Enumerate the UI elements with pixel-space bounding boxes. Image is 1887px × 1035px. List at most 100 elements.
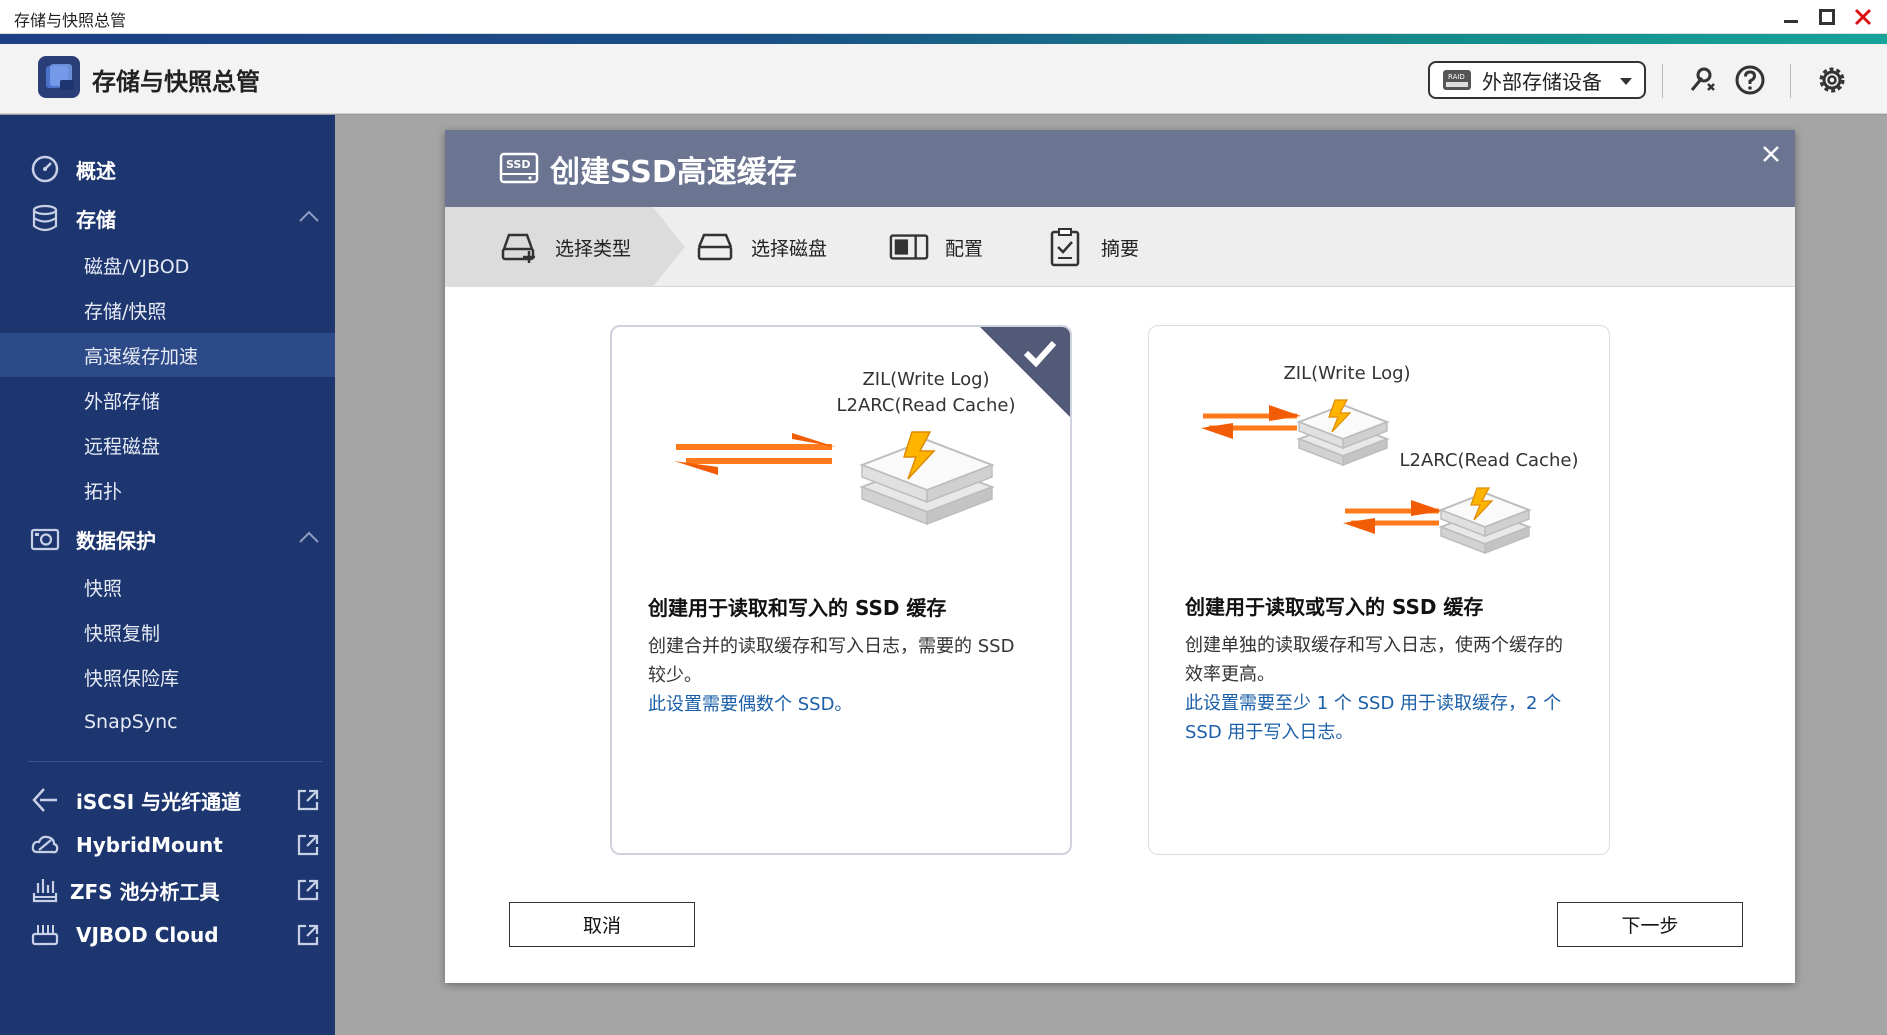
sidebar-item-label: ZFS 池分析工具: [70, 879, 220, 904]
dashboard-gauge-icon: [28, 152, 62, 186]
sidebar-item-label: 快照复制: [84, 622, 161, 645]
sidebar-item-snapsync[interactable]: SnapSync: [0, 700, 335, 744]
cancel-button[interactable]: 取消: [509, 902, 695, 947]
sidebar-item-label: 存储/快照: [84, 300, 167, 323]
card-description: 创建单独的读取缓存和写入日志，使两个缓存的效率更高。: [1185, 635, 1563, 685]
database-icon: [28, 201, 62, 235]
sidebar-item-label: 快照: [84, 577, 123, 600]
read-write-cache-illustration: ZIL(Write Log) L2ARC(Read Cache): [674, 369, 1016, 526]
chevron-up-icon[interactable]: [298, 208, 320, 227]
option-card-read-or-write[interactable]: ZIL(Write Log) L2ARC(Read Cache) 创建用于读取或…: [1148, 325, 1610, 855]
create-ssd-cache-dialog: SSD 创建SSD高速缓存 选择类型 选择磁盘 配置 摘要 ZIL(Write …: [445, 130, 1795, 983]
card-requirement-note: 此设置需要偶数个 SSD。: [648, 694, 853, 715]
sidebar-item-iscsi[interactable]: iSCSI 与光纤通道: [0, 778, 335, 822]
external-link-icon[interactable]: [296, 833, 320, 861]
sidebar-item-data-protection[interactable]: 数据保护: [0, 517, 335, 561]
accent-bar: [0, 34, 1887, 44]
window-titlebar: 存储与快照总管: [0, 0, 1887, 34]
sidebar-item-disks-vjbod[interactable]: 磁盘/VJBOD: [0, 243, 335, 287]
sidebar-item-zfs-pool-analyzer[interactable]: ZFS 池分析工具: [0, 868, 335, 912]
sidebar-item-label: 外部存储: [84, 390, 161, 413]
card-description: 创建合并的读取缓存和写入日志，需要的 SSD 较少。: [648, 636, 1015, 686]
read-ssd-stack-icon: [1438, 487, 1532, 555]
option-card-read-and-write[interactable]: ZIL(Write Log) L2ARC(Read Cache) 创建用于读取和…: [610, 325, 1072, 855]
close-icon[interactable]: [1757, 140, 1785, 168]
sidebar-item-snapshot-replica[interactable]: 快照复制: [0, 610, 335, 654]
window-title: 存储与快照总管: [14, 11, 127, 30]
sidebar-item-overview[interactable]: 概述: [0, 147, 335, 191]
sidebar-item-label: 高速缓存加速: [84, 345, 199, 368]
header-divider: [1790, 64, 1791, 98]
step-select-disks: 选择磁盘: [695, 207, 827, 287]
sidebar: 概述 存储 磁盘/VJBOD 存储/快照 高速缓存加速 外部存储 远程磁盘 拓扑…: [0, 115, 335, 1035]
step-configure: 配置: [889, 207, 983, 287]
sidebar-item-label: 概述: [76, 158, 116, 183]
sidebar-item-vjbod-cloud[interactable]: VJBOD Cloud: [0, 913, 335, 957]
add-disk-icon: [499, 227, 539, 267]
sidebar-item-snapshot[interactable]: 快照: [0, 565, 335, 609]
write-arrows-icon: [1201, 405, 1301, 439]
card-requirement-note: 此设置需要至少 1 个 SSD 用于读取缓存，2 个 SSD 用于写入日志。: [1185, 693, 1562, 743]
read-arrows-icon: [1343, 500, 1443, 534]
sidebar-item-label: 远程磁盘: [84, 435, 161, 458]
next-button[interactable]: 下一步: [1557, 902, 1743, 947]
external-link-icon[interactable]: [296, 923, 320, 951]
sidebar-item-snapshot-vault[interactable]: 快照保险库: [0, 655, 335, 699]
sidebar-item-remote-disk[interactable]: 远程磁盘: [0, 423, 335, 467]
header-divider: [1662, 64, 1663, 98]
camera-snapshot-icon: [28, 522, 62, 556]
clipboard-check-icon: [1045, 227, 1085, 267]
app-title: 存储与快照总管: [92, 68, 260, 96]
l2arc-label: L2ARC(Read Cache): [1400, 450, 1579, 471]
step-label: 配置: [945, 237, 984, 260]
settings-gear-icon[interactable]: [1814, 62, 1850, 98]
sidebar-item-label: 磁盘/VJBOD: [84, 255, 190, 278]
wizard-steps: 选择类型 选择磁盘 配置 摘要: [445, 207, 1795, 287]
app-header: 存储与快照总管 RAID 外部存储设备: [0, 44, 1887, 114]
close-window-icon[interactable]: [1850, 4, 1876, 30]
external-storage-icon: RAID: [1443, 70, 1471, 90]
diagnostics-icon[interactable]: [1684, 62, 1720, 98]
external-storage-label: 外部存储设备: [1482, 69, 1602, 94]
read-or-write-cache-illustration: ZIL(Write Log) L2ARC(Read Cache): [1201, 363, 1579, 555]
raid-tag: RAID: [1448, 73, 1465, 81]
step-select-type: 选择类型: [499, 207, 631, 287]
sidebar-item-cache-acceleration[interactable]: 高速缓存加速: [0, 333, 335, 377]
sidebar-item-label: 数据保护: [76, 528, 156, 553]
external-storage-button[interactable]: RAID 外部存储设备: [1428, 61, 1646, 99]
sidebar-divider: [28, 761, 322, 762]
sidebar-item-label: 存储: [76, 207, 116, 232]
sidebar-item-hybridmount[interactable]: HybridMount: [0, 823, 335, 867]
l2arc-label: L2ARC(Read Cache): [837, 395, 1016, 416]
external-link-icon[interactable]: [296, 878, 320, 906]
chevron-up-icon[interactable]: [298, 529, 320, 548]
sidebar-item-label: HybridMount: [76, 833, 223, 857]
ssd-icon: SSD: [499, 152, 539, 184]
ssd-tag: SSD: [506, 158, 530, 171]
external-link-icon[interactable]: [296, 788, 320, 816]
card-title: 创建用于读取或写入的 SSD 缓存: [1185, 595, 1484, 619]
iscsi-icon: [28, 783, 62, 817]
configure-icon: [889, 227, 929, 267]
step-label: 选择类型: [555, 237, 632, 260]
sidebar-item-storage-snapshots[interactable]: 存储/快照: [0, 288, 335, 332]
sidebar-item-storage[interactable]: 存储: [0, 196, 335, 240]
arrows-icon: [674, 433, 836, 475]
sidebar-item-label: 拓扑: [84, 480, 123, 503]
write-ssd-stack-icon: [1296, 399, 1390, 467]
vjbod-cloud-icon: [28, 918, 62, 952]
zil-label: ZIL(Write Log): [862, 369, 989, 390]
minimize-icon[interactable]: [1778, 4, 1804, 30]
sidebar-item-external-storage[interactable]: 外部存储: [0, 378, 335, 422]
maximize-icon[interactable]: [1814, 4, 1840, 30]
step-label: 选择磁盘: [751, 237, 828, 260]
sidebar-item-topology[interactable]: 拓扑: [0, 468, 335, 512]
step-summary: 摘要: [1045, 207, 1139, 287]
sidebar-item-label: 快照保险库: [84, 667, 180, 690]
dialog-header: SSD 创建SSD高速缓存: [445, 130, 1795, 207]
dialog-title: 创建SSD高速缓存: [550, 155, 797, 190]
help-icon[interactable]: [1732, 62, 1768, 98]
cloud-mount-icon: [28, 828, 62, 862]
app-logo-icon: [38, 56, 80, 98]
chevron-down-icon: [1620, 78, 1632, 85]
